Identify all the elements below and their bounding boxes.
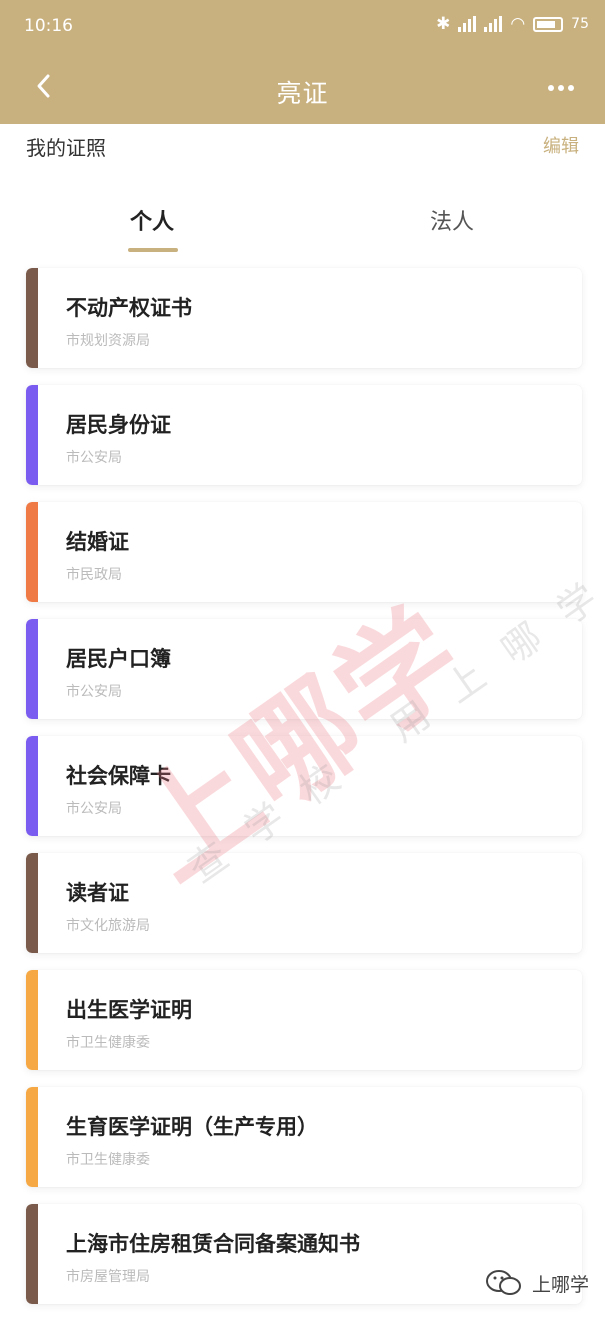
issuing-department: 市文化旅游局 (66, 918, 150, 934)
card-color-bar (26, 853, 38, 953)
card-color-bar (26, 1087, 38, 1187)
issuing-department: 市公安局 (66, 450, 122, 466)
signal-icon (458, 16, 477, 32)
card-color-bar (26, 736, 38, 836)
top-bar: 10:16 ✱ ◠ 75 亮证 (0, 0, 605, 124)
more-dots-icon (548, 85, 554, 91)
certificate-name: 出生医学证明 (66, 998, 192, 1022)
certificate-name: 社会保障卡 (66, 764, 171, 788)
tab-personal[interactable]: 个人 (52, 204, 252, 236)
bluetooth-icon: ✱ (436, 14, 451, 34)
nav-bar: 亮证 (0, 58, 605, 118)
certificate-card[interactable]: 生育医学证明（生产专用） 市卫生健康委 (26, 1087, 582, 1187)
status-icons: ✱ ◠ 75 (436, 14, 589, 34)
issuing-department: 市公安局 (66, 801, 122, 817)
certificate-name: 生育医学证明（生产专用） (66, 1115, 318, 1139)
certificate-name: 上海市住房租赁合同备案通知书 (66, 1232, 360, 1256)
certificate-card[interactable]: 读者证 市文化旅游局 (26, 853, 582, 953)
card-color-bar (26, 619, 38, 719)
certificate-name: 读者证 (66, 881, 129, 905)
issuing-department: 市公安局 (66, 684, 122, 700)
more-dot (568, 85, 574, 91)
certificate-card[interactable]: 出生医学证明市卫生健康委 (26, 970, 582, 1070)
tab-underline (128, 248, 178, 252)
issuing-department: 市民政局 (66, 567, 122, 583)
card-color-bar (26, 970, 38, 1070)
edit-button[interactable]: 编辑 (543, 132, 579, 158)
signal-icon-2 (484, 16, 503, 32)
certificate-card[interactable]: 上海市住房租赁合同备案通知书市房屋管理局 (26, 1204, 582, 1304)
certificate-card[interactable]: 居民户口簿 市公安局 (26, 619, 582, 719)
tab-legal-entity[interactable]: 法人 (352, 204, 552, 236)
certificate-card[interactable]: 居民身份证 市公安局 (26, 385, 582, 485)
issuing-department: 市卫生健康委 (66, 1035, 150, 1051)
certificate-card[interactable]: 社会保障卡 市公安局 (26, 736, 582, 836)
certificate-name: 结婚证 (66, 530, 129, 554)
certificate-name: 居民户口簿 (66, 647, 171, 671)
issuing-department: 市卫生健康委 (66, 1152, 150, 1168)
tab-bar: 个人 法人 (0, 190, 605, 260)
issuing-department: 市房屋管理局 (66, 1269, 150, 1285)
certificate-card[interactable]: 结婚证 市民政局 (26, 502, 582, 602)
section-title: 我的证照 (26, 136, 106, 160)
certificate-name: 居民身份证 (66, 413, 171, 437)
section-header: 我的证照 编辑 (0, 124, 605, 168)
page-title: 亮证 (276, 79, 329, 108)
certificate-card[interactable]: 不动产权证书市规划资源局 (26, 268, 582, 368)
certificate-name: 不动产权证书 (66, 296, 192, 320)
status-bar: 10:16 ✱ ◠ 75 (0, 0, 605, 50)
status-time: 10:16 (24, 16, 73, 36)
more-button[interactable] (539, 68, 583, 108)
more-dot (558, 85, 564, 91)
certificate-list: 不动产权证书 市规划资源局 居民身份证 市公安局 结婚证 市民政局 居民户口簿 市公安局… (26, 268, 582, 1320)
issuing-department: 市规划资源局 (66, 333, 150, 349)
battery-icon (533, 16, 564, 32)
wifi-icon: ◠ (510, 14, 526, 34)
card-color-bar (26, 268, 38, 368)
card-color-bar (26, 1204, 38, 1304)
card-color-bar (26, 385, 38, 485)
battery-level: 75 (571, 16, 589, 32)
card-color-bar (26, 502, 38, 602)
